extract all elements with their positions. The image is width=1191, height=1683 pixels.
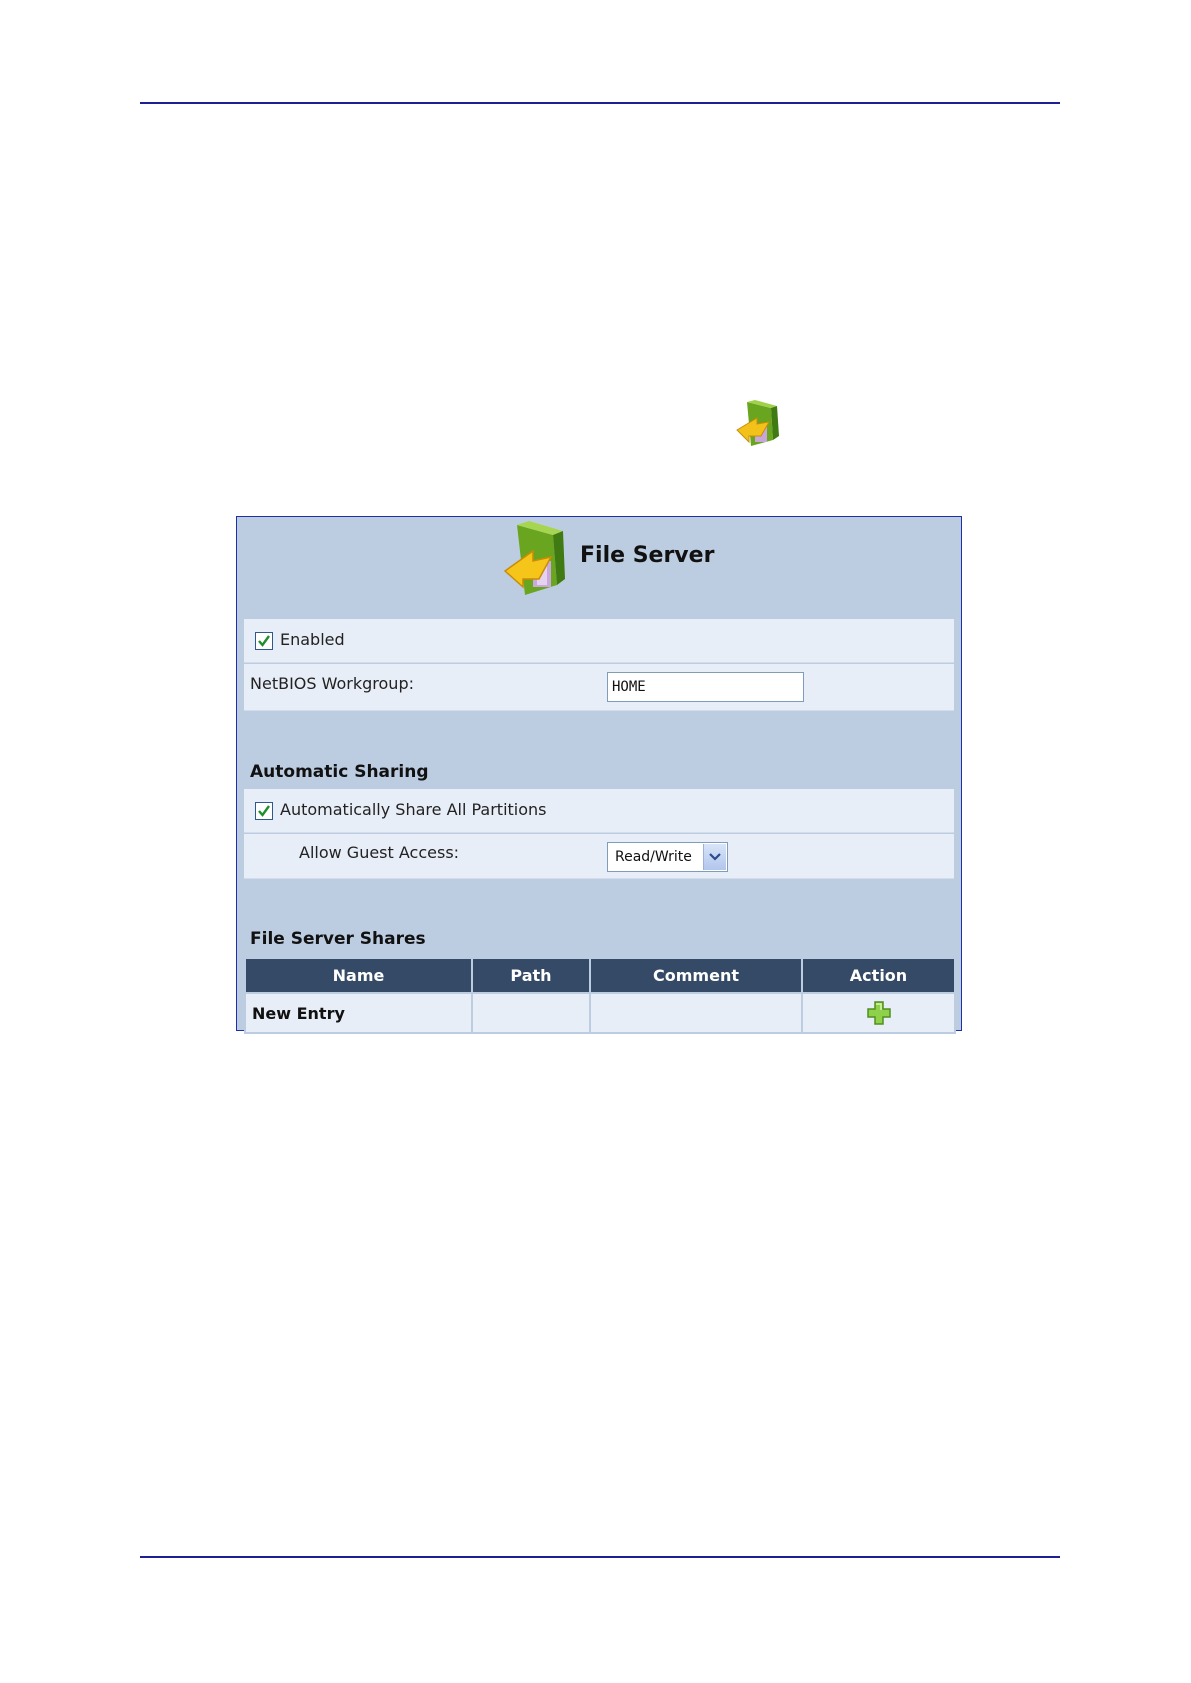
share-all-checkbox[interactable] (255, 802, 273, 820)
column-header-action: Action (801, 957, 956, 994)
file-server-panel: File Server Enabled NetBIOS Workgroup: H… (236, 516, 962, 1034)
guest-access-label: Allow Guest Access: (299, 843, 460, 862)
netbios-row: NetBIOS Workgroup: HOME (244, 664, 954, 711)
netbios-label: NetBIOS Workgroup: (250, 674, 414, 693)
new-entry-link[interactable]: New Entry (244, 992, 473, 1034)
chevron-down-icon (709, 853, 721, 861)
checkmark-icon (258, 805, 270, 817)
column-header-comment[interactable]: Comment (589, 957, 803, 994)
share-all-row: Automatically Share All Partitions (244, 789, 954, 833)
enabled-row: Enabled (244, 619, 954, 663)
add-icon[interactable] (866, 1000, 892, 1026)
guest-access-select[interactable]: Read/Write (607, 842, 728, 872)
column-header-name[interactable]: Name (244, 957, 473, 994)
automatic-sharing-heading: Automatic Sharing (250, 762, 429, 782)
header-rule (140, 102, 1060, 104)
footer-rule (140, 1556, 1060, 1558)
file-server-shares-heading: File Server Shares (250, 929, 426, 949)
column-header-path[interactable]: Path (471, 957, 591, 994)
page-title: File Server (580, 543, 715, 568)
panel-header: File Server (237, 517, 961, 617)
share-all-label: Automatically Share All Partitions (280, 800, 547, 819)
enabled-label: Enabled (280, 630, 345, 649)
guest-access-row: Allow Guest Access: Read/Write (244, 834, 954, 879)
action-cell (801, 992, 956, 1034)
path-cell (471, 992, 591, 1034)
enabled-checkbox[interactable] (255, 632, 273, 650)
shares-table: Name Path Comment Action New Entry (244, 957, 956, 1034)
checkmark-icon (258, 635, 270, 647)
table-header-row: Name Path Comment Action (244, 957, 956, 994)
file-server-icon (736, 400, 779, 446)
dropdown-button[interactable] (703, 844, 726, 870)
guest-access-value: Read/Write (615, 849, 692, 865)
netbios-workgroup-input[interactable]: HOME (607, 672, 804, 702)
table-row: New Entry (244, 992, 956, 1034)
comment-cell (589, 992, 803, 1034)
file-server-icon (503, 521, 565, 595)
